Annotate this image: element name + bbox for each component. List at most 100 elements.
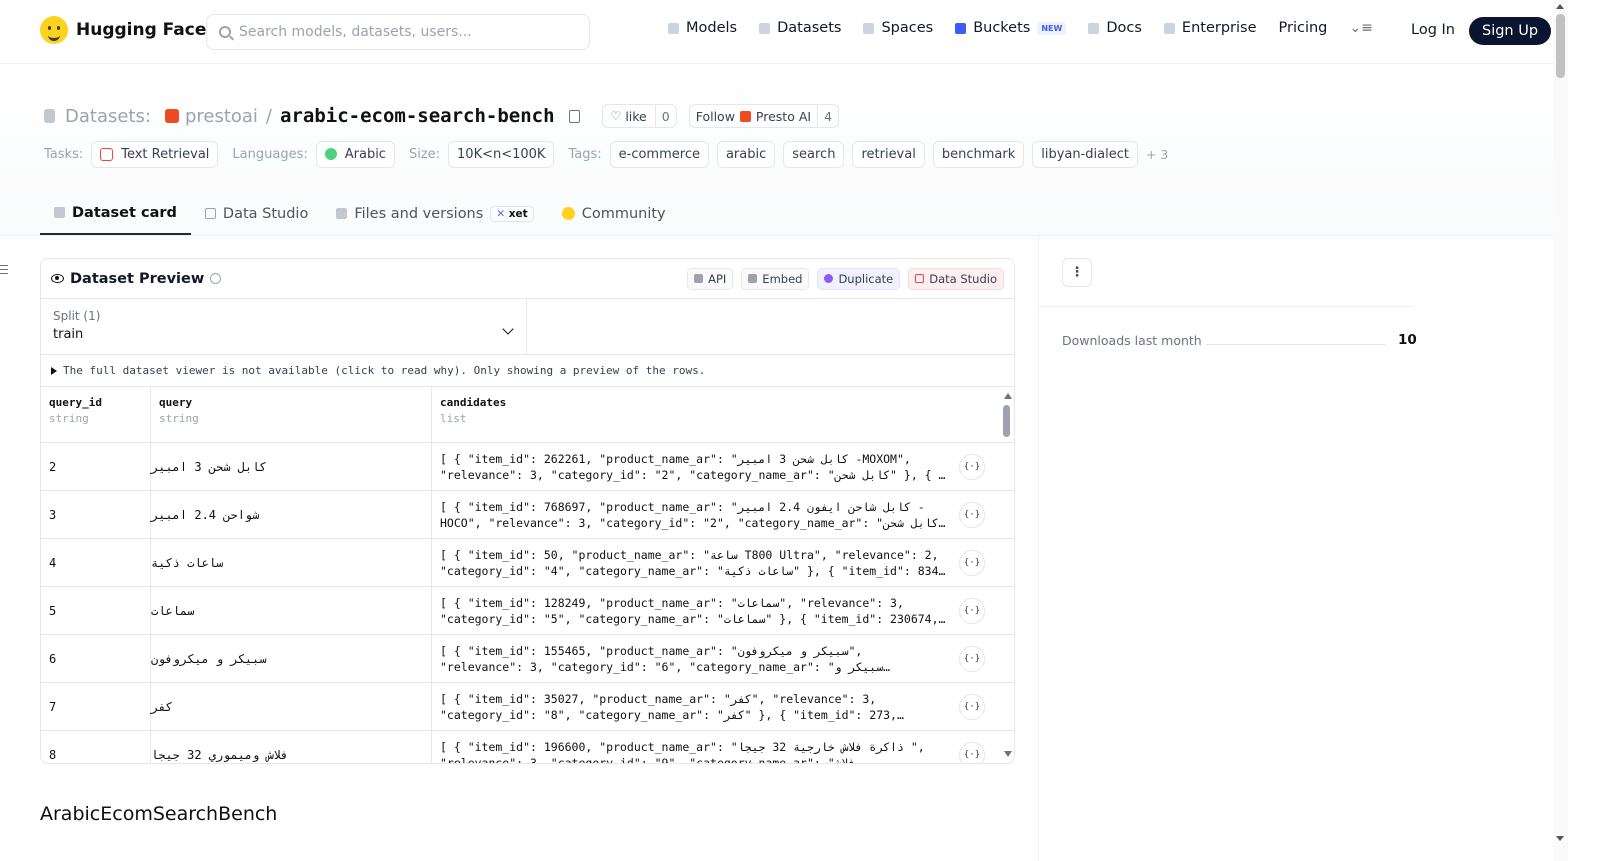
table-row[interactable]: 4 ساعات ذكية [ { "item_id": 50, "product_n… [41, 539, 1014, 587]
column-header[interactable]: candidates list [432, 387, 998, 442]
split-select[interactable]: Split (1) train [41, 299, 527, 354]
login-link[interactable]: Log In [1411, 22, 1455, 38]
nav-datasets[interactable]: Datasets [759, 20, 841, 36]
scroll-down-icon[interactable] [1004, 751, 1012, 757]
files-icon [336, 208, 348, 219]
brand-logo[interactable]: Hugging Face [40, 16, 206, 44]
org-name[interactable]: prestoai [185, 106, 258, 127]
cell-query[interactable]: فلاش وميموري 32 جيجا [151, 731, 432, 763]
tag-chip[interactable]: benchmark [932, 140, 1025, 168]
language-chip[interactable]: Arabic [315, 140, 395, 168]
api-button[interactable]: API [687, 267, 734, 290]
viewer-notice[interactable]: The full dataset viewer is not available… [41, 355, 1014, 387]
tag-chip[interactable]: e-commerce [609, 140, 709, 168]
task-chip[interactable]: Text Retrieval [91, 140, 219, 168]
cell-query-id[interactable]: 3 [41, 491, 151, 538]
follow-button[interactable]: Follow Presto AI 4 [688, 104, 840, 128]
cell-candidates[interactable]: [ { "item_id": 35027, "product_name_ar":… [432, 683, 998, 730]
tag-chip[interactable]: retrieval [852, 140, 925, 168]
section-label[interactable]: Datasets: [65, 106, 151, 127]
size-label: Size: [408, 146, 441, 162]
size-chip[interactable]: 10K<n<100K [448, 140, 555, 168]
column-header[interactable]: query_id string [41, 387, 151, 442]
json-view-icon[interactable]: {·} [959, 742, 985, 763]
page-scroll-thumb[interactable] [1556, 14, 1565, 78]
more-options-icon[interactable]: ⋮ [1062, 258, 1092, 287]
table-row[interactable]: 5 سماعات [ { "item_id": 128249, "product_n… [41, 587, 1014, 635]
like-count: 0 [654, 105, 676, 127]
toc-toggle-icon[interactable] [0, 265, 8, 274]
tab-community[interactable]: Community [548, 192, 680, 235]
hugging-face-logo-icon [40, 16, 68, 44]
cell-query-id[interactable]: 6 [41, 635, 151, 682]
nav-pricing[interactable]: Pricing [1279, 20, 1328, 36]
table-scrollbar[interactable] [1000, 387, 1014, 763]
cell-candidates[interactable]: [ { "item_id": 128249, "product_name_ar"… [432, 587, 998, 634]
info-icon[interactable] [210, 273, 222, 284]
scroll-thumb[interactable] [1003, 405, 1010, 437]
nav-docs[interactable]: Docs [1088, 20, 1142, 36]
cell-query[interactable]: سماعات [151, 587, 432, 634]
json-view-icon[interactable]: {·} [959, 694, 985, 720]
like-button[interactable]: ♡ like 0 [601, 104, 677, 128]
repo-name[interactable]: arabic-ecom-search-bench [280, 105, 555, 127]
json-view-icon[interactable]: {·} [959, 454, 985, 480]
nav-enterprise[interactable]: Enterprise [1163, 20, 1257, 36]
cell-query-id[interactable]: 4 [41, 539, 151, 586]
search-box[interactable] [206, 14, 590, 50]
cell-candidates[interactable]: [ { "item_id": 768697, "product_name_ar"… [432, 491, 998, 538]
duplicate-button[interactable]: Duplicate [817, 267, 901, 290]
json-view-icon[interactable]: {·} [959, 646, 985, 672]
tag-chip[interactable]: arabic [716, 140, 776, 168]
page-scrollbar[interactable] [1553, 0, 1568, 861]
table-row[interactable]: 2 كابل شحن 3 امبير [ { "item_id": 262261, … [41, 443, 1014, 491]
cell-query[interactable]: شواحن 2.4 امبير [151, 491, 432, 538]
cell-query-id[interactable]: 7 [41, 683, 151, 730]
cell-candidates[interactable]: [ { "item_id": 50, "product_name_ar": "س… [432, 539, 998, 586]
scroll-up-icon[interactable] [1556, 4, 1564, 9]
cell-query[interactable]: كفر [151, 683, 432, 730]
sidebar-separator [1039, 306, 1414, 307]
signup-button[interactable]: Sign Up [1469, 17, 1552, 45]
column-type: string [49, 412, 89, 425]
table-row[interactable]: 3 شواحن 2.4 امبير [ { "item_id": 768697, "… [41, 491, 1014, 539]
column-header[interactable]: query string [151, 387, 432, 442]
data-studio-button[interactable]: Data Studio [908, 267, 1004, 290]
embed-button[interactable]: Embed [741, 267, 810, 290]
cell-query-id[interactable]: 8 [41, 731, 151, 763]
search-input[interactable] [239, 24, 559, 40]
tab-dataset-card[interactable]: Dataset card [40, 192, 191, 235]
copy-icon[interactable] [568, 109, 580, 123]
tab-files[interactable]: Files and versions ✕ xet [322, 192, 547, 235]
nav-buckets[interactable]: Buckets NEW [955, 20, 1067, 36]
nav-spaces[interactable]: Spaces [863, 20, 933, 36]
table-row[interactable]: 6 سبيكر و ميكروفون [ { "item_id": 155465, … [41, 635, 1014, 683]
candidates-text: [ { "item_id": 50, "product_name_ar": "س… [440, 547, 946, 578]
tab-data-studio[interactable]: Data Studio [191, 192, 322, 235]
tab-data-studio-label: Data Studio [222, 205, 309, 222]
more-tags[interactable]: + 3 [1146, 147, 1168, 162]
cell-query[interactable]: سبيكر و ميكروفون [151, 635, 432, 682]
tag-chip[interactable]: libyan-dialect [1032, 140, 1138, 168]
split-value: train [53, 327, 84, 342]
cell-candidates[interactable]: [ { "item_id": 155465, "product_name_ar"… [432, 635, 998, 682]
cell-query[interactable]: كابل شحن 3 امبير [151, 443, 432, 490]
xet-badge: ✕ xet [490, 205, 534, 222]
more-menu-icon[interactable]: ⌄≡ [1349, 20, 1372, 36]
scroll-up-icon[interactable] [1004, 393, 1012, 399]
cell-candidates[interactable]: [ { "item_id": 262261, "product_name_ar"… [432, 443, 998, 490]
json-view-icon[interactable]: {·} [959, 550, 985, 576]
nav-models[interactable]: Models [668, 20, 737, 36]
cell-query-id[interactable]: 5 [41, 587, 151, 634]
dataset-preview: Dataset Preview API Embed Duplicate Data… [40, 258, 1015, 764]
tag-chip[interactable]: search [783, 140, 845, 168]
cell-candidates[interactable]: [ { "item_id": 196600, "product_name_ar"… [432, 731, 998, 763]
table-row[interactable]: 7 كفر [ { "item_id": 35027, "product_name_… [41, 683, 1014, 731]
scroll-down-icon[interactable] [1556, 836, 1564, 841]
table-row[interactable]: 8 فلاش وميموري 32 جيجا [ { "item_id": 1966… [41, 731, 1014, 763]
json-view-icon[interactable]: {·} [959, 598, 985, 624]
split-row: Split (1) train [41, 299, 1014, 355]
cell-query[interactable]: ساعات ذكية [151, 539, 432, 586]
cell-query-id[interactable]: 2 [41, 443, 151, 490]
json-view-icon[interactable]: {·} [959, 502, 985, 528]
